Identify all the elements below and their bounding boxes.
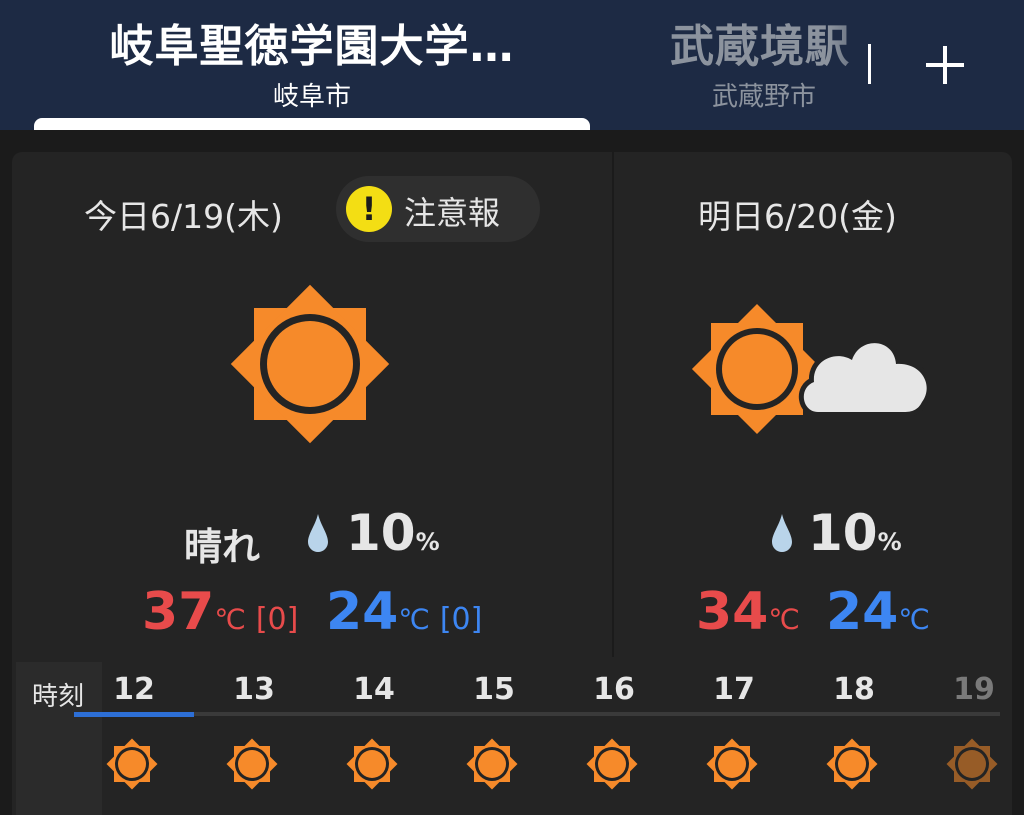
warning-badge[interactable]: ! 注意報 (336, 176, 540, 242)
hour-label: 12 (113, 672, 155, 707)
tomorrow-high-temp: 34℃ (696, 582, 800, 642)
raindrop-icon (308, 514, 328, 552)
hour-label: 19 (953, 672, 995, 707)
high-value: 37 (142, 582, 215, 642)
today-low-temp: 24℃ [0] (326, 582, 482, 642)
hourly-scroll-track[interactable] (74, 712, 1000, 716)
celsius-unit: ℃ (398, 603, 430, 636)
celsius-unit: ℃ (768, 603, 800, 636)
hour-label: 17 (713, 672, 755, 707)
low-diff: [0] (439, 602, 483, 637)
tab-location-name: 岐阜聖徳学園大学… (109, 21, 515, 72)
high-diff: [0] (255, 602, 299, 637)
hourly-time-label: 時刻 (32, 682, 85, 712)
tomorrow-precip: 10% (808, 504, 902, 562)
today-precip-value: 10 (346, 504, 416, 562)
celsius-unit: ℃ (214, 603, 246, 636)
plus-icon[interactable] (922, 40, 972, 90)
low-value: 24 (326, 582, 399, 642)
hourly-scroll-indicator[interactable] (74, 712, 194, 717)
percent-unit: % (415, 528, 440, 556)
hour-label: 15 (473, 672, 515, 707)
low-value: 24 (826, 582, 899, 642)
tab-divider (868, 44, 871, 84)
sunny-icon (826, 738, 878, 790)
sunny-icon (946, 738, 998, 790)
hour-label: 18 (833, 672, 875, 707)
sunny-icon (230, 284, 390, 444)
high-value: 34 (696, 582, 769, 642)
today-weather-text: 晴れ (184, 525, 261, 569)
raindrop-icon (772, 514, 792, 552)
sunny-icon (466, 738, 518, 790)
tomorrow-date-label: 明日6/20(金) (698, 197, 897, 236)
tomorrow-precip-value: 10 (808, 504, 878, 562)
today-precip: 10% (346, 504, 440, 562)
active-tab-indicator (34, 118, 590, 130)
tab-city-name: 岐阜市 (272, 82, 351, 112)
hour-label: 16 (593, 672, 635, 707)
sunny-icon (586, 738, 638, 790)
tab-gifu[interactable]: 岐阜聖徳学園大学… 岐阜市 (34, 0, 590, 113)
exclamation-icon: ! (346, 186, 392, 232)
location-tab-bar: 岐阜聖徳学園大学… 岐阜市 武蔵境駅 武蔵野市 (0, 0, 1024, 130)
celsius-unit: ℃ (898, 603, 930, 636)
sunny-icon (706, 738, 758, 790)
hour-label: 14 (353, 672, 395, 707)
sunny-icon (226, 738, 278, 790)
today-high-temp: 37℃ [0] (142, 582, 298, 642)
hour-label: 13 (233, 672, 275, 707)
today-date-label: 今日6/19(木) (84, 197, 283, 236)
tomorrow-low-temp: 24℃ (826, 582, 930, 642)
column-divider (612, 152, 614, 657)
percent-unit: % (877, 528, 902, 556)
sunny-icon (106, 738, 158, 790)
sunny-then-cloudy-icon (691, 303, 932, 435)
sunny-icon (346, 738, 398, 790)
warning-text: 注意報 (404, 194, 501, 232)
